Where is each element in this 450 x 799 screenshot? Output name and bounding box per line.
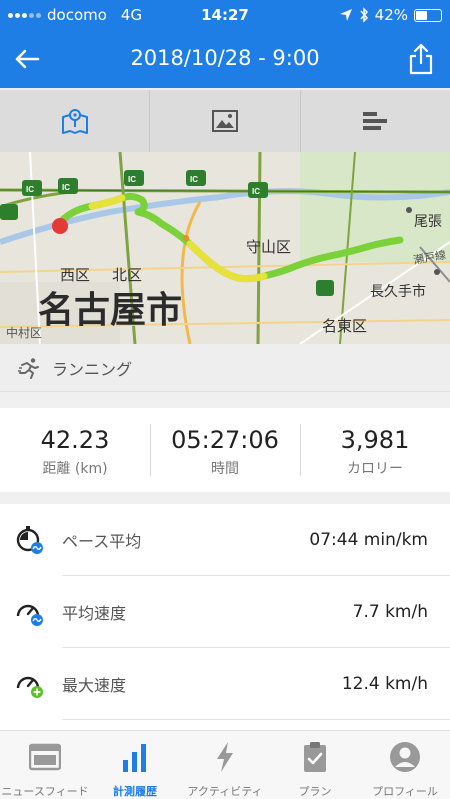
speedometer-icon	[16, 604, 43, 626]
detail-value: 07:44 min/km	[309, 530, 428, 550]
detail-row-avg-pace: ペース平均 07:44 min/km	[0, 504, 450, 576]
detail-name: 最大速度	[62, 676, 127, 695]
nav-label: ニュースフィード	[1, 785, 89, 798]
stat-label: 時間	[211, 461, 239, 477]
profile-icon	[390, 742, 420, 772]
map-label-nagakute: 長久手市	[370, 283, 426, 300]
page-title: 2018/10/28 - 9:00	[130, 46, 320, 70]
detail-name: ペース平均	[62, 532, 142, 551]
stat-label: 距離 (km)	[42, 461, 108, 477]
activity-type-label: ランニング	[52, 359, 133, 379]
bluetooth-icon	[360, 7, 368, 23]
bar-chart-icon	[123, 744, 146, 772]
stat-label: カロリー	[347, 461, 403, 477]
map-label-moriyama: 守山区	[246, 238, 291, 256]
detail-value: 12.4 km/h	[341, 674, 428, 694]
detail-value: 7.7 km/h	[352, 602, 428, 622]
map-label-nakamura: 中村区	[6, 325, 42, 340]
status-bar: docomo 4G 14:27 42%	[0, 0, 450, 32]
activity-type-row: ランニング	[0, 344, 450, 392]
nav-label: プラン	[298, 785, 332, 798]
battery-icon	[414, 8, 442, 22]
tab-splits[interactable]	[301, 90, 450, 152]
battery-percent: 42%	[374, 6, 408, 24]
newsfeed-icon	[29, 743, 61, 771]
route-map[interactable]: IC IC IC IC IC 西区 北区 守山区 名東区 長久手市 尾張 中村区…	[0, 152, 450, 344]
speedometer-plus-icon	[16, 676, 43, 698]
stat-calories: 3,981 カロリー	[300, 408, 450, 492]
stat-value: 3,981	[340, 426, 410, 454]
stopwatch-icon	[16, 526, 43, 554]
stat-duration: 05:27:06 時間	[150, 408, 300, 492]
nav-label: アクティビティ	[187, 785, 263, 798]
nav-plan[interactable]: プラン	[270, 731, 360, 799]
map-label-owari: 尾張	[414, 214, 442, 230]
lightning-icon	[217, 742, 233, 772]
detail-list: ペース平均 07:44 min/km 平均速度 7.7 km/h 最大速度 12…	[0, 504, 450, 730]
map-canvas: IC IC IC IC IC 西区 北区 守山区 名東区 長久手市 尾張 中村区…	[0, 152, 450, 344]
nav-label: 計測履歴	[113, 785, 157, 798]
map-label-city: 名古屋市	[38, 290, 182, 331]
map-label-kita: 北区	[112, 266, 142, 284]
bars-icon	[363, 112, 388, 130]
summary-stats: 42.23 距離 (km) 05:27:06 時間 3,981 カロリー	[0, 408, 450, 492]
clipboard-check-icon	[304, 742, 326, 772]
nav-bar: 2018/10/28 - 9:00	[0, 32, 450, 88]
nav-history[interactable]: 計測履歴	[90, 731, 180, 799]
nav-newsfeed[interactable]: ニュースフィード	[0, 731, 90, 799]
nav-activity[interactable]: アクティビティ	[180, 731, 270, 799]
nav-label: プロフィール	[372, 785, 438, 798]
map-label-ic: IC	[128, 175, 136, 184]
start-marker	[52, 218, 68, 234]
location-arrow-icon	[339, 9, 352, 21]
detail-row-max-speed: 最大速度 12.4 km/h	[0, 648, 450, 720]
image-icon	[211, 110, 238, 132]
map-label-nishi: 西区	[60, 266, 90, 284]
share-icon[interactable]	[406, 42, 436, 76]
detail-row-avg-speed: 平均速度 7.7 km/h	[0, 576, 450, 648]
map-label-ic: IC	[62, 183, 70, 192]
view-tabs	[0, 90, 450, 152]
bottom-nav: ニュースフィード 計測履歴 アクティビティ プラン プロフィール	[0, 730, 450, 799]
map-label-ic: IC	[190, 175, 198, 184]
stat-distance: 42.23 距離 (km)	[0, 408, 150, 492]
map-label-ic: IC	[252, 187, 260, 196]
map-label-meito: 名東区	[322, 317, 367, 335]
map-label-ic: IC	[26, 185, 34, 194]
nav-profile[interactable]: プロフィール	[360, 731, 450, 799]
map-icon	[61, 109, 88, 134]
tab-photos[interactable]	[150, 90, 301, 152]
stat-value: 05:27:06	[171, 426, 279, 454]
stat-value: 42.23	[40, 426, 110, 454]
tab-map[interactable]	[0, 90, 151, 152]
detail-name: 平均速度	[62, 604, 127, 623]
running-icon	[18, 357, 39, 379]
